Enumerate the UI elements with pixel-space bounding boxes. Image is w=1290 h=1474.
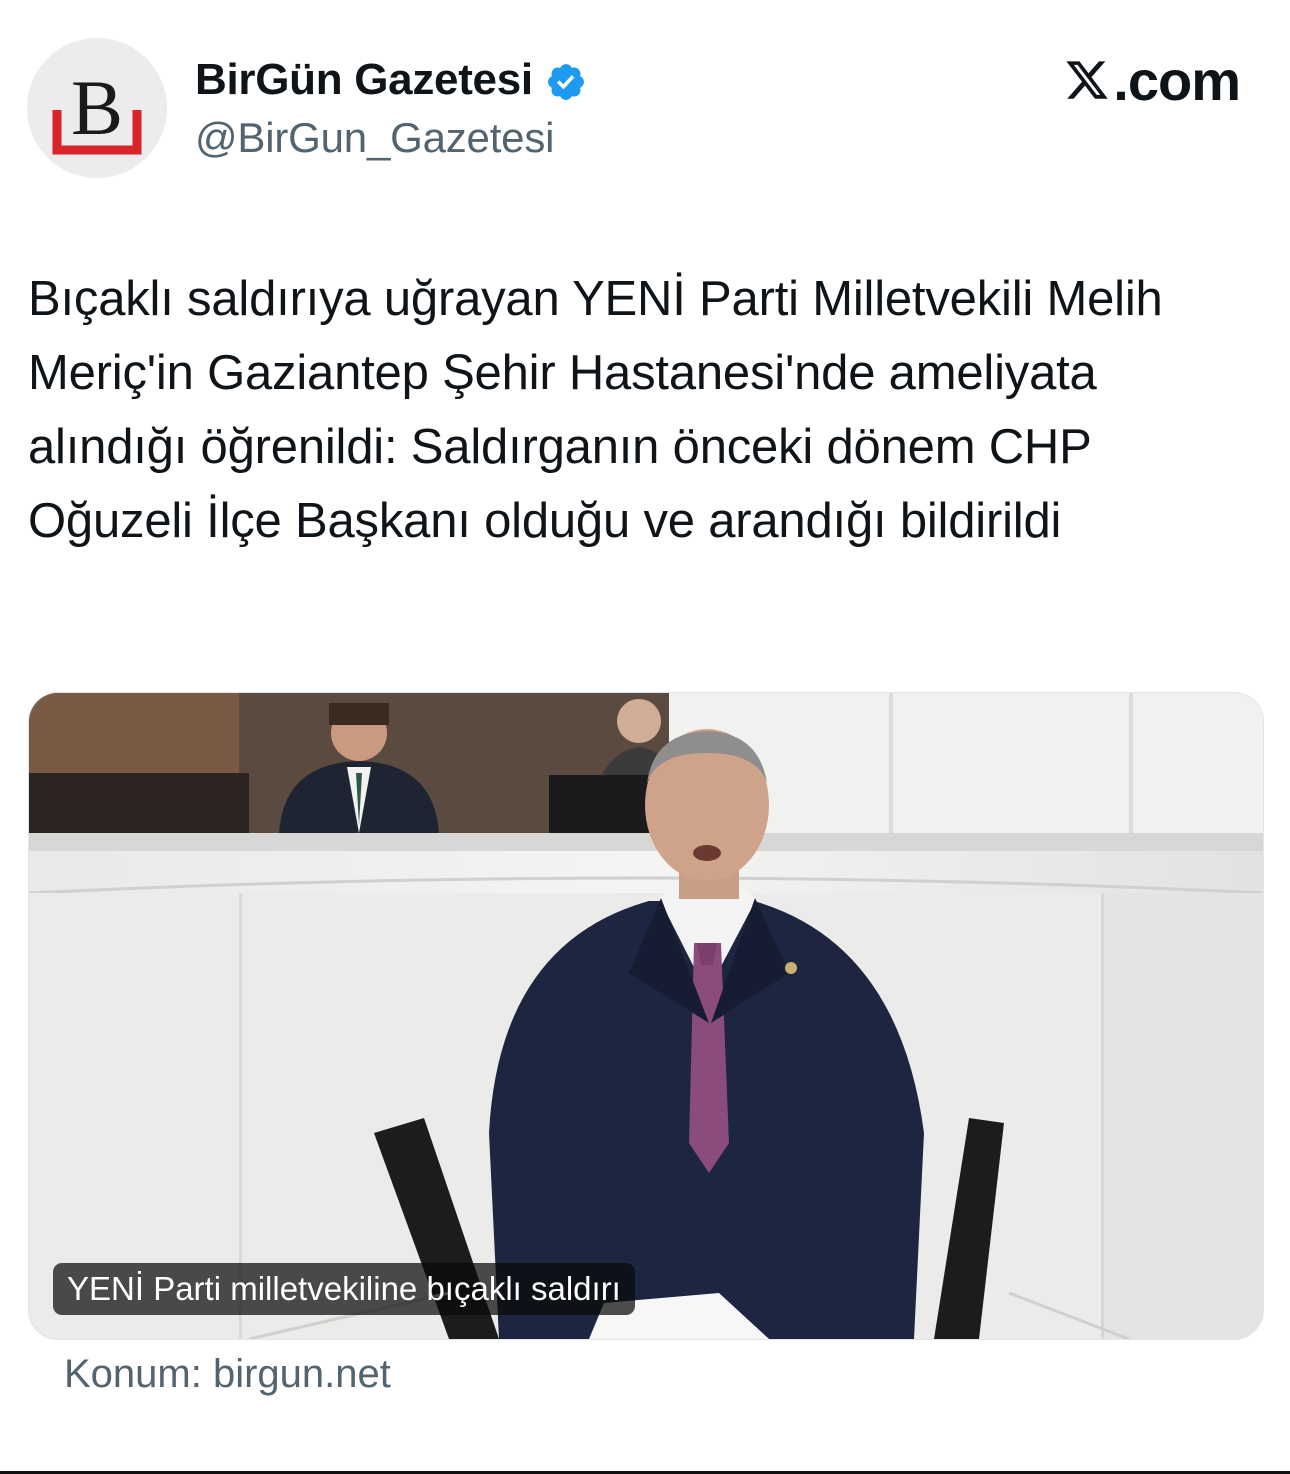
author-name[interactable]: BirGün Gazetesi bbox=[195, 55, 533, 105]
news-photo bbox=[29, 693, 1263, 1339]
avatar-letter: B bbox=[71, 64, 123, 151]
tweet-text: Bıçaklı saldırıya uğrayan YENİ Parti Mil… bbox=[28, 272, 1163, 548]
brand-suffix: .com bbox=[1113, 48, 1241, 112]
avatar[interactable]: B bbox=[27, 38, 167, 178]
media-caption: YENİ Parti milletvekiline bıçaklı saldır… bbox=[53, 1263, 635, 1315]
birgun-logo-icon: B bbox=[27, 38, 167, 178]
author-handle[interactable]: @BirGun_Gazetesi bbox=[195, 114, 554, 162]
x-logo-icon bbox=[1066, 61, 1109, 99]
media-card[interactable]: YENİ Parti milletvekiline bıçaklı saldır… bbox=[28, 692, 1264, 1340]
verified-badge-icon bbox=[547, 64, 584, 100]
author-name-row[interactable]: BirGün Gazetesi bbox=[195, 52, 587, 108]
x-brand: .com bbox=[1063, 48, 1241, 112]
link-source[interactable]: Konum: birgun.net bbox=[64, 1352, 391, 1397]
